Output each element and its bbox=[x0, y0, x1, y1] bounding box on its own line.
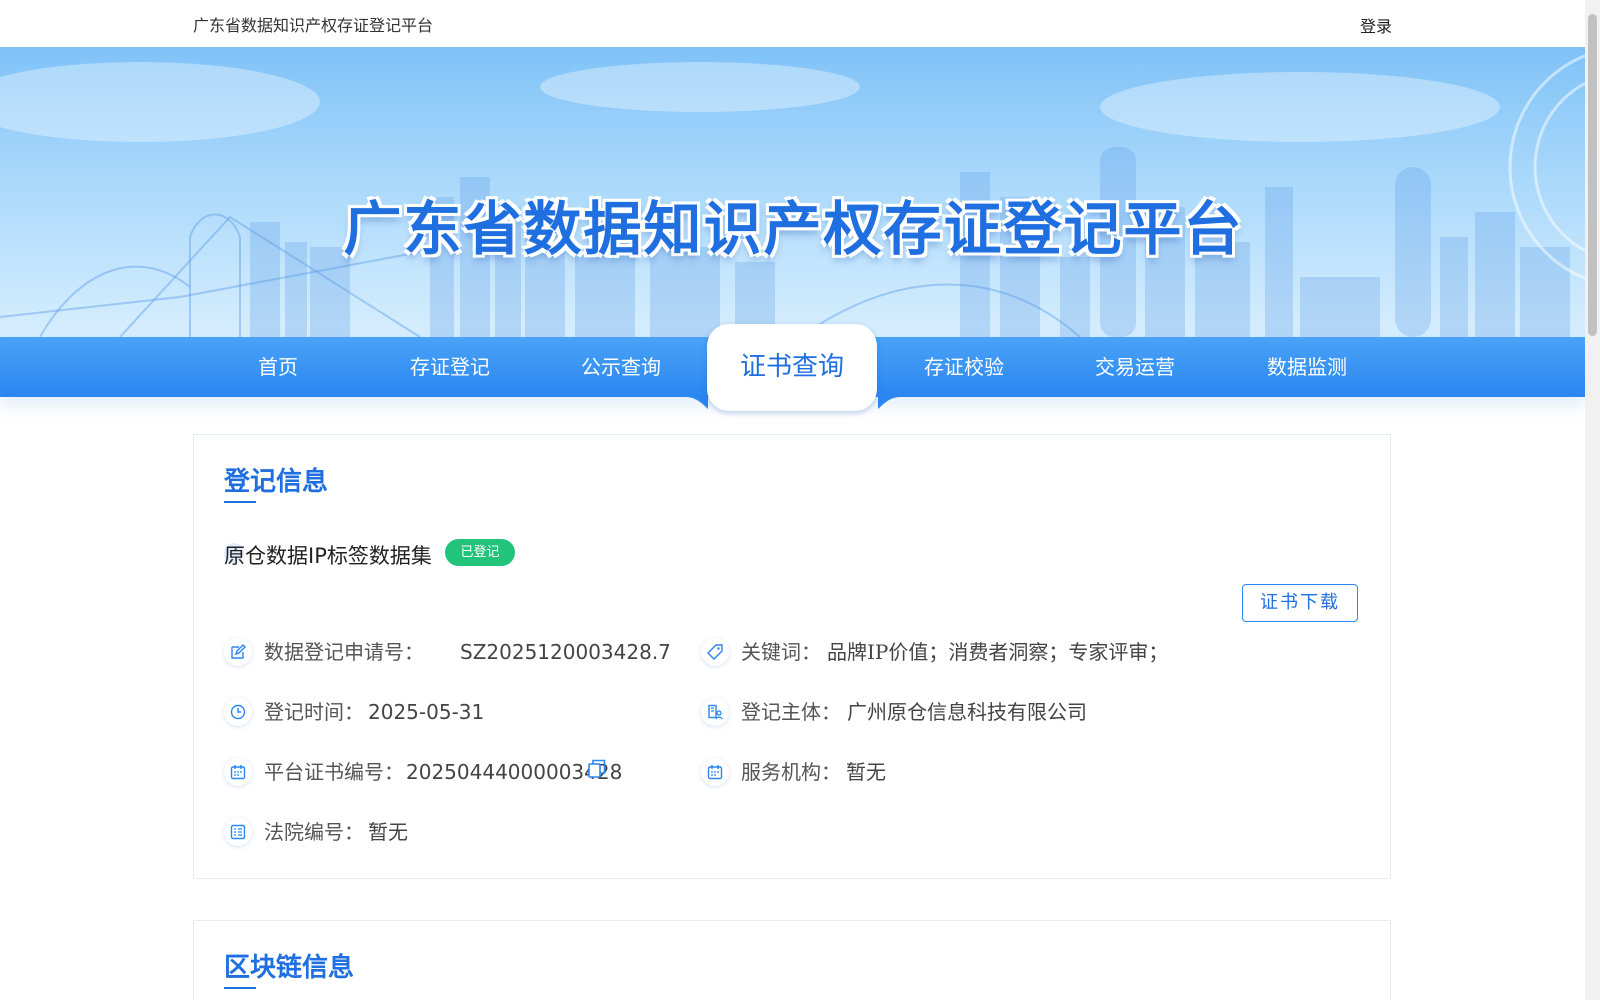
field-value: 2025-05-31 bbox=[368, 700, 485, 724]
nav-verification[interactable]: 存证校验 bbox=[879, 337, 1049, 397]
hero-banner: 广东省数据知识产权存证登记平台 bbox=[0, 47, 1585, 337]
edit-icon bbox=[224, 638, 252, 666]
field-label: 平台证书编号： bbox=[264, 760, 404, 784]
field-label: 关键词： bbox=[741, 640, 821, 664]
field-label: 登记时间： bbox=[264, 700, 364, 724]
page-scrollbar[interactable] bbox=[1585, 0, 1600, 1000]
nav-monitoring[interactable]: 数据监测 bbox=[1222, 337, 1392, 397]
nav-trading[interactable]: 交易运营 bbox=[1050, 337, 1220, 397]
field-value: 品牌IP价值；消费者洞察；专家评审； bbox=[827, 640, 1169, 664]
nav-home[interactable]: 首页 bbox=[193, 337, 363, 397]
site-name: 广东省数据知识产权存证登记平台 bbox=[193, 16, 434, 35]
building-user-icon bbox=[701, 698, 729, 726]
nav-registration[interactable]: 存证登记 bbox=[365, 337, 535, 397]
field-label: 服务机构： bbox=[741, 760, 841, 784]
login-link[interactable]: 登录 bbox=[1360, 13, 1392, 37]
tag-icon bbox=[701, 638, 729, 666]
copy-icon[interactable] bbox=[588, 759, 606, 779]
field-certificate-no: 平台证书编号： 20250444000003428 bbox=[224, 757, 624, 787]
section-title-underline bbox=[224, 987, 256, 989]
page: 广东省数据知识产权存证登记平台 登录 广东省数据知识产权存证登记平台 首页 存证… bbox=[0, 0, 1585, 1000]
clock-icon bbox=[224, 698, 252, 726]
field-label: 登记主体： bbox=[741, 700, 841, 724]
status-badge: 已登记 bbox=[445, 539, 515, 566]
blockchain-info-card: 区块链信息 bbox=[193, 920, 1391, 1000]
section-title: 登记信息 bbox=[224, 467, 329, 497]
scrollbar-thumb[interactable] bbox=[1588, 14, 1597, 336]
active-tab-left-wing bbox=[686, 397, 708, 409]
calendar-icon bbox=[224, 758, 252, 786]
field-label: 数据登记申请号： bbox=[264, 640, 424, 664]
section-title: 区块链信息 bbox=[224, 953, 355, 983]
dataset-name: 原仓数据IP标签数据集 bbox=[224, 544, 432, 568]
nav-certificate-query[interactable]: 证书查询 bbox=[707, 324, 877, 411]
field-value: 暂无 bbox=[846, 760, 886, 784]
field-value: SZ2025120003428.7 bbox=[460, 640, 671, 664]
main-nav: 首页 存证登记 公示查询 证书查询 存证校验 交易运营 数据监测 bbox=[0, 324, 1585, 411]
field-value: 广州原仓信息科技有限公司 bbox=[847, 700, 1087, 724]
section-title-underline bbox=[224, 501, 256, 503]
nav-public-query[interactable]: 公示查询 bbox=[536, 337, 706, 397]
banner-title: 广东省数据知识产权存证登记平台 bbox=[343, 195, 1244, 263]
registration-info-card: 登记信息 原仓数据IP标签数据集 已登记 证书下载 数据登记申请号： SZ202… bbox=[193, 434, 1391, 879]
calendar-icon bbox=[701, 758, 729, 786]
top-bar: 广东省数据知识产权存证登记平台 登录 bbox=[0, 0, 1585, 47]
certificate-download-button[interactable]: 证书下载 bbox=[1242, 584, 1358, 622]
field-label: 法院编号： bbox=[264, 820, 364, 844]
active-tab-right-wing bbox=[878, 397, 900, 409]
field-value: 暂无 bbox=[368, 820, 408, 844]
document-list-icon bbox=[224, 818, 252, 846]
